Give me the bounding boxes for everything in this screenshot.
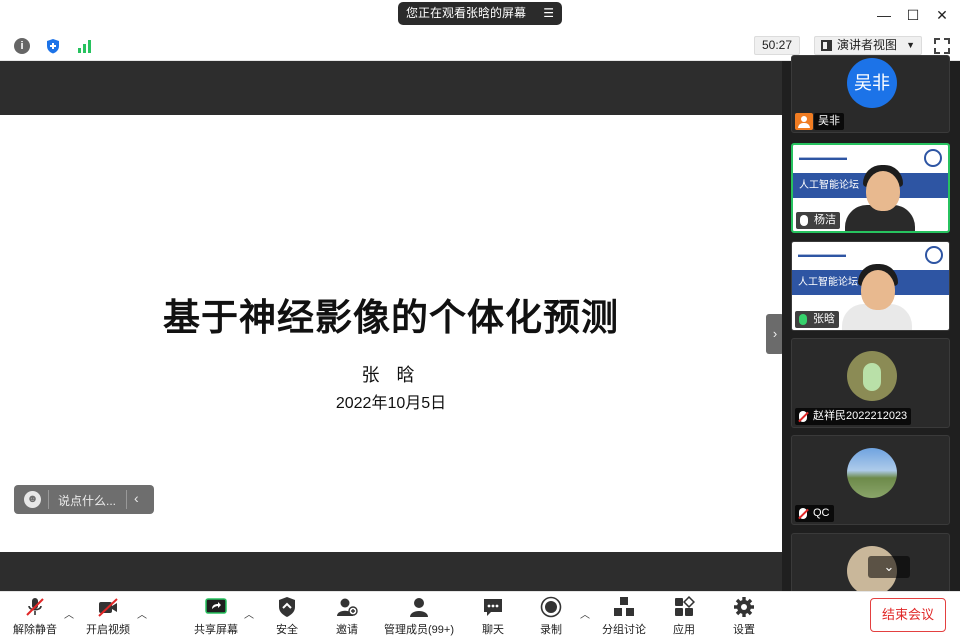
apps-icon	[675, 596, 695, 616]
end-meeting-button[interactable]: 结束会议	[870, 598, 946, 632]
shared-screen: 基于神经影像的个体化预测 张 晗 2022年10月5日 ☻ 说点什么... ‹	[0, 61, 782, 591]
start-video-label: 开启视频	[86, 624, 130, 636]
slide-date: 2022年10月5日	[335, 395, 447, 412]
info-icon[interactable]: i	[14, 38, 30, 54]
participant-tile[interactable]: ▬▬▬▬▬▬ 人工智能论坛 杨洁	[791, 143, 950, 233]
invite-label: 邀请	[336, 624, 358, 636]
participant-tile[interactable]: ▬▬▬▬▬▬ 人工智能论坛 张晗	[791, 241, 950, 331]
meeting-timer: 50:27	[754, 36, 800, 55]
unmute-label: 解除静音	[13, 624, 57, 636]
security-button[interactable]: 安全	[262, 592, 312, 640]
speaker-view-icon	[821, 40, 832, 51]
chat-label: 聊天	[482, 624, 504, 636]
fullscreen-icon[interactable]	[934, 38, 950, 54]
participant-name: 赵祥民2022212023	[813, 410, 908, 422]
share-screen-button[interactable]: 共享屏幕	[188, 592, 244, 640]
breakout-rooms-icon	[614, 597, 634, 616]
apps-button[interactable]: 应用	[660, 592, 708, 640]
shield-icon	[279, 597, 295, 617]
chevron-up-icon[interactable]: ︿	[137, 606, 147, 621]
participant-name-tag: 张晗	[795, 311, 839, 328]
avatar: 吴非	[847, 58, 897, 108]
participant-tile[interactable]: 吴非 吴非	[791, 55, 950, 133]
share-screen-label: 共享屏幕	[194, 624, 238, 636]
settings-button[interactable]: 设置	[720, 592, 768, 640]
breakout-rooms-label: 分组讨论	[602, 624, 646, 636]
participants-label: 管理成员(99+)	[384, 624, 454, 636]
divider	[126, 490, 127, 509]
chevron-down-icon: ▼	[906, 40, 915, 50]
chat-input-placeholder[interactable]: 说点什么...	[58, 492, 116, 509]
participants-icon	[410, 598, 428, 617]
start-video-button[interactable]: 开启视频	[80, 592, 136, 640]
viewing-screen-text: 您正在观看张晗的屏幕	[406, 6, 527, 20]
chevron-up-icon[interactable]: ︿	[244, 606, 254, 621]
participant-name: QC	[813, 507, 830, 519]
unmute-button[interactable]: 解除静音	[6, 592, 64, 640]
university-seal-icon	[925, 246, 943, 264]
participant-name-tag: 杨洁	[796, 212, 840, 229]
shield-icon[interactable]	[45, 38, 61, 54]
participant-name-tag: QC	[795, 505, 834, 522]
participant-name: 吴非	[814, 113, 844, 130]
emoji-icon[interactable]: ☻	[24, 491, 41, 508]
person-face	[861, 270, 895, 310]
close-icon[interactable]: ✕	[933, 6, 951, 24]
share-screen-icon	[205, 598, 227, 614]
person-face	[866, 171, 900, 211]
chat-icon	[484, 599, 502, 616]
avatar	[847, 351, 897, 401]
settings-label: 设置	[733, 624, 755, 636]
signal-bars-icon[interactable]	[76, 38, 92, 54]
security-label: 安全	[276, 624, 298, 636]
participant-tile[interactable]: 赵祥民2022212023	[791, 338, 950, 428]
chevron-up-icon[interactable]: ︿	[580, 606, 590, 621]
meeting-toolbar: 解除静音 ︿ 开启视频 ︿ 共享屏幕 ︿ 安全 邀请 管理成员(99+) 聊天 …	[0, 591, 960, 640]
title-bar: 您正在观看张晗的屏幕 ☰ — ☐ ✕	[0, 0, 960, 31]
avatar-image	[863, 363, 881, 391]
scroll-down-button[interactable]: ⌄	[868, 556, 910, 578]
apps-label: 应用	[673, 624, 695, 636]
microphone-muted-icon	[799, 508, 807, 519]
gear-icon	[734, 597, 754, 617]
view-selector[interactable]: 演讲者视图 ▼	[814, 36, 922, 55]
record-button[interactable]: 录制	[526, 592, 576, 640]
breakout-rooms-button[interactable]: 分组讨论	[596, 592, 652, 640]
add-user-icon	[337, 598, 358, 616]
participant-tile[interactable]: QC	[791, 435, 950, 525]
chevron-left-icon[interactable]: ‹	[134, 490, 139, 506]
maximize-icon[interactable]: ☐	[904, 6, 922, 24]
viewing-screen-banner[interactable]: 您正在观看张晗的屏幕 ☰	[398, 2, 562, 25]
invite-button[interactable]: 邀请	[322, 592, 372, 640]
university-seal-icon	[924, 149, 942, 167]
participant-name: 杨洁	[814, 214, 836, 226]
avatar	[847, 448, 897, 498]
divider	[48, 490, 49, 509]
microphone-muted-icon	[799, 411, 807, 422]
view-selector-label: 演讲者视图	[837, 38, 898, 52]
meeting-window: 您正在观看张晗的屏幕 ☰ — ☐ ✕ i 50:27 演讲者视图 ▼ 基于神经影…	[0, 0, 960, 640]
person-icon	[795, 113, 813, 130]
microphone-icon	[799, 314, 807, 325]
quick-chat-box[interactable]: ☻ 说点什么... ‹	[14, 485, 154, 514]
participant-name-tag: 赵祥民2022212023	[795, 408, 912, 425]
microphone-muted-icon	[26, 598, 44, 616]
microphone-icon	[800, 215, 808, 226]
slide-author: 张 晗	[361, 365, 421, 385]
chat-button[interactable]: 聊天	[468, 592, 518, 640]
video-off-icon	[98, 598, 118, 617]
participant-name: 张晗	[813, 313, 835, 325]
participants-button[interactable]: 管理成员(99+)	[378, 592, 460, 640]
university-logo: ▬▬▬▬▬▬	[799, 153, 847, 162]
record-label: 录制	[540, 624, 562, 636]
list-menu-icon[interactable]: ☰	[543, 2, 554, 25]
record-icon	[540, 596, 562, 618]
slide-title: 基于神经影像的个体化预测	[163, 297, 619, 338]
chevron-up-icon[interactable]: ︿	[64, 606, 74, 621]
participant-gallery: 吴非 吴非 ▬▬▬▬▬▬ 人工智能论坛 杨洁 ▬▬▬▬▬▬ 人工智能论坛 张晗 …	[782, 55, 960, 603]
minimize-icon[interactable]: —	[875, 6, 893, 24]
university-logo: ▬▬▬▬▬▬	[798, 250, 846, 259]
